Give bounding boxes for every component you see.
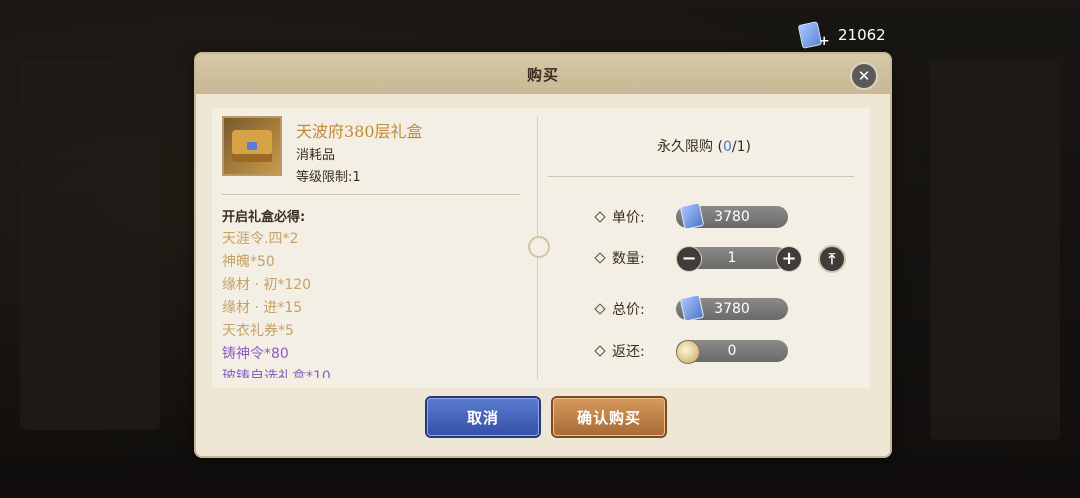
gift-box-icon[interactable]: [222, 116, 282, 176]
quantity-row: 数量:: [594, 246, 656, 270]
diamond-bullet-icon: [594, 303, 606, 315]
unit-price-label: 单价:: [612, 210, 645, 226]
item-name: 天波府380层礼盒: [296, 122, 423, 141]
list-item: 天衣礼券*5: [222, 323, 294, 339]
ticket-icon[interactable]: +: [797, 21, 830, 49]
total-price-row: 总价:: [594, 297, 656, 321]
divider: [548, 176, 854, 177]
purchase-panel: 永久限购 (0/1) 单价: 3780 数量: 1 − + ⤒ 总价: 3780…: [548, 116, 860, 380]
purchase-limit-label: 永久限购 (: [657, 139, 723, 155]
refund-label: 返还:: [612, 344, 645, 360]
diamond-bullet-icon: [594, 345, 606, 357]
purchase-limit-suffix: ): [745, 139, 751, 155]
currency-amount: 21062: [838, 26, 886, 44]
coin-bag-icon: [676, 340, 700, 364]
close-button[interactable]: ✕: [850, 62, 878, 90]
purchase-limit-max: 1: [736, 139, 746, 155]
dialog-content: 天波府380层礼盒 消耗品 等级限制:1 开启礼盒必得: 天涯令.四*2 神魄*…: [212, 108, 870, 388]
max-quantity-button[interactable]: ⤒: [818, 245, 846, 273]
list-item: 缘材 · 初*120: [222, 277, 312, 293]
cancel-button[interactable]: 取消: [427, 398, 539, 436]
chest-icon: [232, 130, 272, 162]
confirm-purchase-button[interactable]: 确认购买: [553, 398, 665, 436]
list-item: 天涯令.四*2: [222, 231, 299, 247]
close-icon: ✕: [857, 66, 871, 85]
item-info-panel: 天波府380层礼盒 消耗品 等级限制:1 开启礼盒必得: 天涯令.四*2 神魄*…: [222, 116, 522, 380]
minus-button[interactable]: −: [676, 246, 702, 272]
dialog-header: 购买: [196, 54, 890, 94]
list-item: 缘材 · 进*15: [222, 300, 303, 316]
list-item: 铸神令*80: [222, 346, 289, 362]
contents-list[interactable]: 天涯令.四*2 神魄*50 缘材 · 初*120 缘材 · 进*15 天衣礼券*…: [222, 228, 512, 378]
plus-icon: +: [818, 34, 830, 50]
item-type: 消耗品: [296, 148, 336, 163]
list-item: 玻铸自选礼盒*10: [222, 369, 331, 378]
purchase-limit-current: 0: [722, 139, 732, 155]
plus-button[interactable]: +: [776, 246, 802, 272]
quantity-label: 数量:: [612, 251, 645, 267]
dialog-title: 购买: [526, 65, 559, 84]
total-price-label: 总价:: [612, 302, 645, 318]
diamond-bullet-icon: [594, 252, 606, 264]
purchase-limit: 永久限购 (0/1): [548, 136, 860, 156]
purchase-dialog: 购买 ✕ 天波府380层礼盒 消耗品 等级限制:1 开启礼盒必得: 天涯令.四*…: [196, 54, 890, 456]
refund-row: 返还:: [594, 339, 656, 363]
divider: [222, 194, 520, 195]
item-level-limit: 等级限制:1: [296, 170, 361, 185]
unit-price-row: 单价:: [594, 205, 656, 229]
currency-display: + 21062: [797, 21, 892, 49]
list-item: 神魄*50: [222, 254, 275, 270]
contents-title: 开启礼盒必得:: [222, 210, 306, 225]
diamond-bullet-icon: [594, 211, 606, 223]
